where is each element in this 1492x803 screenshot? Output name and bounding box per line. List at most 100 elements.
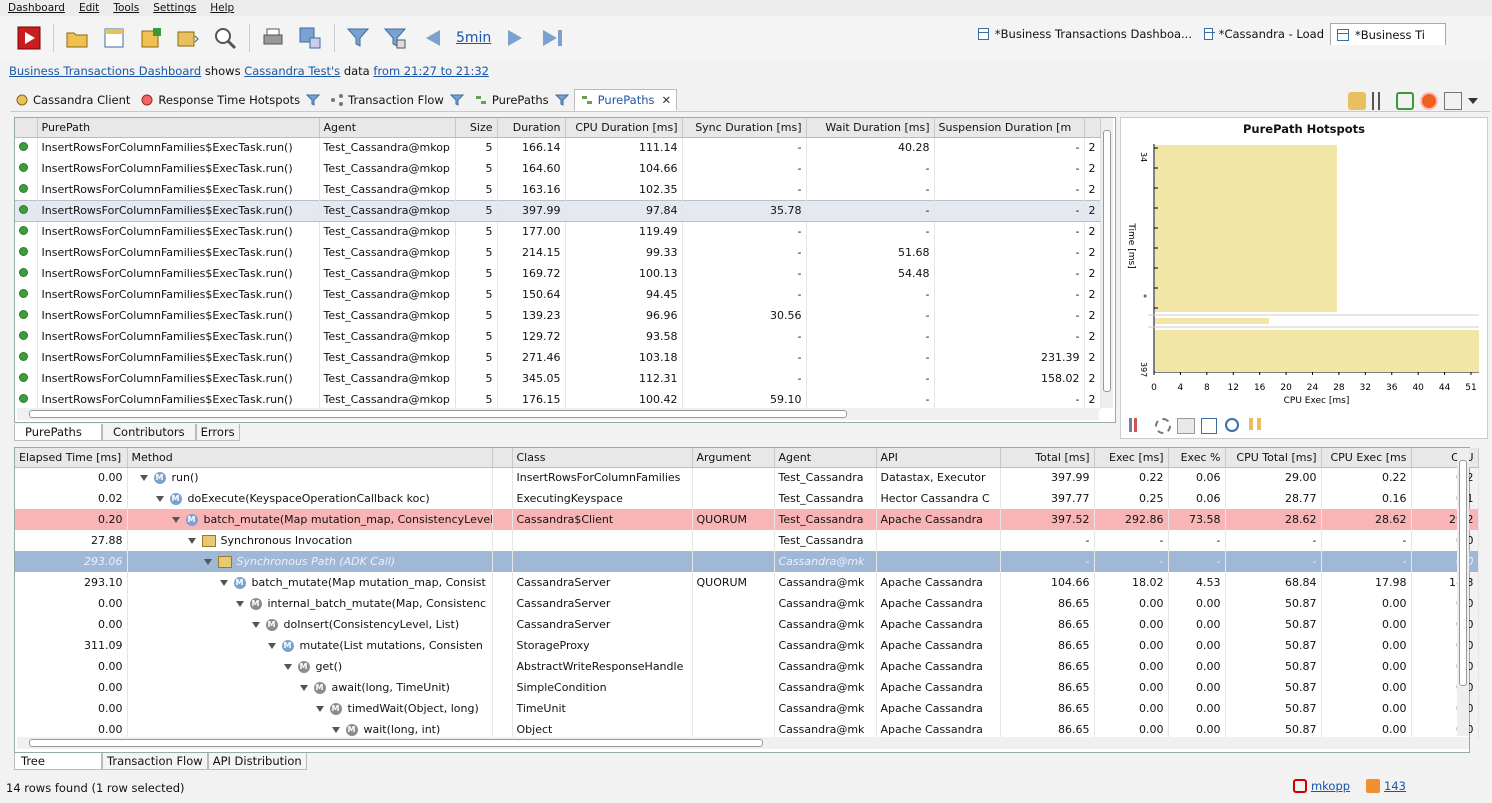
table-row[interactable]: InsertRowsForColumnFamilies$ExecTask.run… [15,389,1101,410]
pause-icon[interactable] [1249,418,1261,430]
tab-errors[interactable]: Errors [195,424,240,441]
tree-view-icon[interactable] [1444,92,1462,110]
tab-transaction-flow-bottom[interactable]: Transaction Flow [102,753,208,770]
expand-icon[interactable] [283,664,292,670]
source-link[interactable]: Cassandra Test's [244,64,340,78]
column-agent[interactable]: Agent [319,118,456,138]
tab-transaction-flow[interactable]: Transaction Flow [325,89,469,111]
column-cpu-total[interactable]: CPU Total [ms] [1225,448,1322,468]
tab-purepaths[interactable]: PurePaths [469,89,574,111]
expand-icon[interactable] [315,706,324,712]
column-cpu-duration[interactable]: CPU Duration [ms] [565,118,683,138]
column-size[interactable]: Size [455,118,498,138]
tree-row[interactable]: 311.09 Mmutate(List mutations, Consisten S… [15,635,1479,656]
search-icon[interactable] [212,25,238,51]
close-icon[interactable]: ✕ [662,93,672,107]
column-sync-duration[interactable]: Sync Duration [ms] [682,118,807,138]
filter-icon[interactable] [554,94,569,106]
globe-icon[interactable] [1225,418,1239,432]
timeframe-range-link[interactable]: from 21:27 to 21:32 [373,64,489,78]
table-row[interactable]: InsertRowsForColumnFamilies$ExecTask.run… [15,347,1101,368]
column-cpu-exec[interactable]: CPU Exec [ms [1321,448,1412,468]
scroll-thumb[interactable] [29,739,763,747]
tab-cassandra-client[interactable]: Cassandra Client [10,89,135,111]
scroll-thumb[interactable] [29,410,847,418]
session-icon[interactable] [175,25,201,51]
table-row[interactable]: InsertRowsForColumnFamilies$ExecTask.run… [15,242,1101,263]
tree-row[interactable]: 293.10 Mbatch_mutate(Map mutation_map, Co… [15,572,1479,593]
dashboard-link[interactable]: Business Transactions Dashboard [9,64,201,78]
tree-row[interactable]: 0.02 MdoExecute(KeyspaceOperationCallback… [15,488,1479,509]
menu-tools[interactable]: Tools [113,2,139,14]
hotspot-view-icon[interactable] [1348,92,1366,110]
tab-api-distribution[interactable]: API Distribution [207,753,307,770]
column-argument[interactable]: Argument [692,448,775,468]
expand-icon[interactable] [219,580,228,586]
tab-contributors[interactable]: Contributors [102,424,196,441]
tab-response-time-hotspots[interactable]: Response Time Hotspots [135,89,325,111]
menu-settings[interactable]: Settings [153,2,196,14]
tree-row[interactable]: 0.00 MdoInsert(ConsistencyLevel, List) Cas… [15,614,1479,635]
column-total[interactable]: Total [ms] [1000,448,1095,468]
column-exec[interactable]: Exec [ms] [1094,448,1169,468]
next-timeframe-icon[interactable] [503,25,529,51]
tree-row[interactable]: 0.00 Mrun() InsertRowsForColumnFamilies Tes… [15,467,1479,488]
tree-row[interactable]: 293.06 Synchronous Path (ADK Call) Cassand… [15,551,1479,572]
tree-row[interactable]: 0.00 Minternal_batch_mutate(Map, Consiste… [15,593,1479,614]
last-timeframe-icon[interactable] [540,25,566,51]
column-agent[interactable]: Agent [774,448,877,468]
tab-purepaths-active[interactable]: PurePaths ✕ [573,88,678,111]
menu-edit[interactable]: Edit [79,2,99,14]
gear-active-icon[interactable] [1177,418,1195,434]
table-row[interactable]: InsertRowsForColumnFamilies$ExecTask.run… [15,221,1101,242]
column-duration[interactable]: Duration [497,118,566,138]
previous-timeframe-icon[interactable] [419,25,445,51]
hierarchy-icon[interactable] [1201,418,1217,434]
dashboard-tab-cassandra-load[interactable]: *Cassandra - Load [1198,23,1330,45]
expand-icon[interactable] [267,643,276,649]
expand-icon[interactable] [203,559,212,565]
expand-icon[interactable] [187,538,196,544]
menu-dashboard[interactable]: Dashboard [8,2,65,14]
column-extra[interactable] [1084,118,1101,138]
menu-help[interactable]: Help [210,2,234,14]
expand-icon[interactable] [251,622,260,628]
scroll-thumb[interactable] [1103,130,1111,392]
expand-icon[interactable] [331,727,340,733]
timeframe-link[interactable]: 5min [456,30,491,46]
tree-row[interactable]: 0.00 Mawait(long, TimeUnit) SimpleConditio… [15,677,1479,698]
dashboard-tab-business-transactions[interactable]: *Business Transactions Dashboa... [972,23,1198,45]
column-method[interactable]: Method [127,448,493,468]
column-status[interactable] [15,118,38,138]
column-purepath[interactable]: PurePath [37,118,320,138]
filter-settings-icon[interactable] [382,25,408,51]
table-row[interactable]: InsertRowsForColumnFamilies$ExecTask.run… [15,263,1101,284]
export-icon[interactable] [297,25,323,51]
purepaths-vertical-scrollbar[interactable] [1101,118,1113,408]
chart-icon[interactable] [1372,92,1390,110]
expand-icon[interactable] [139,475,148,482]
table-row[interactable]: InsertRowsForColumnFamilies$ExecTask.run… [15,199,1101,222]
tree-row[interactable]: 0.00 MtimedWait(Object, long) TimeUnit Cass… [15,698,1479,719]
record-icon[interactable] [1420,92,1438,110]
filter-icon[interactable] [306,94,321,106]
new-dashboard-icon[interactable] [101,25,127,51]
table-row[interactable]: InsertRowsForColumnFamilies$ExecTask.run… [15,179,1101,200]
dropdown-arrow-icon[interactable] [1468,98,1478,104]
column-wait-duration[interactable]: Wait Duration [ms] [806,118,935,138]
expand-icon[interactable] [235,601,244,607]
expand-icon[interactable] [171,517,180,523]
table-row[interactable]: InsertRowsForColumnFamilies$ExecTask.run… [15,158,1101,179]
notifications-link[interactable]: 143 [1384,779,1406,793]
tab-purepaths-bottom[interactable]: PurePaths [14,424,102,441]
column-class[interactable]: Class [512,448,693,468]
print-icon[interactable] [260,25,286,51]
refresh-icon[interactable] [1396,92,1414,110]
table-row[interactable]: InsertRowsForColumnFamilies$ExecTask.run… [15,326,1101,347]
tree-horizontal-scrollbar[interactable] [17,737,1469,749]
run-button[interactable] [16,25,42,51]
column-blank[interactable] [492,448,513,468]
tree-row[interactable]: 27.88 Synchronous Invocation Test_Cassandr… [15,530,1479,551]
add-icon[interactable] [138,25,164,51]
table-row[interactable]: InsertRowsForColumnFamilies$ExecTask.run… [15,368,1101,389]
